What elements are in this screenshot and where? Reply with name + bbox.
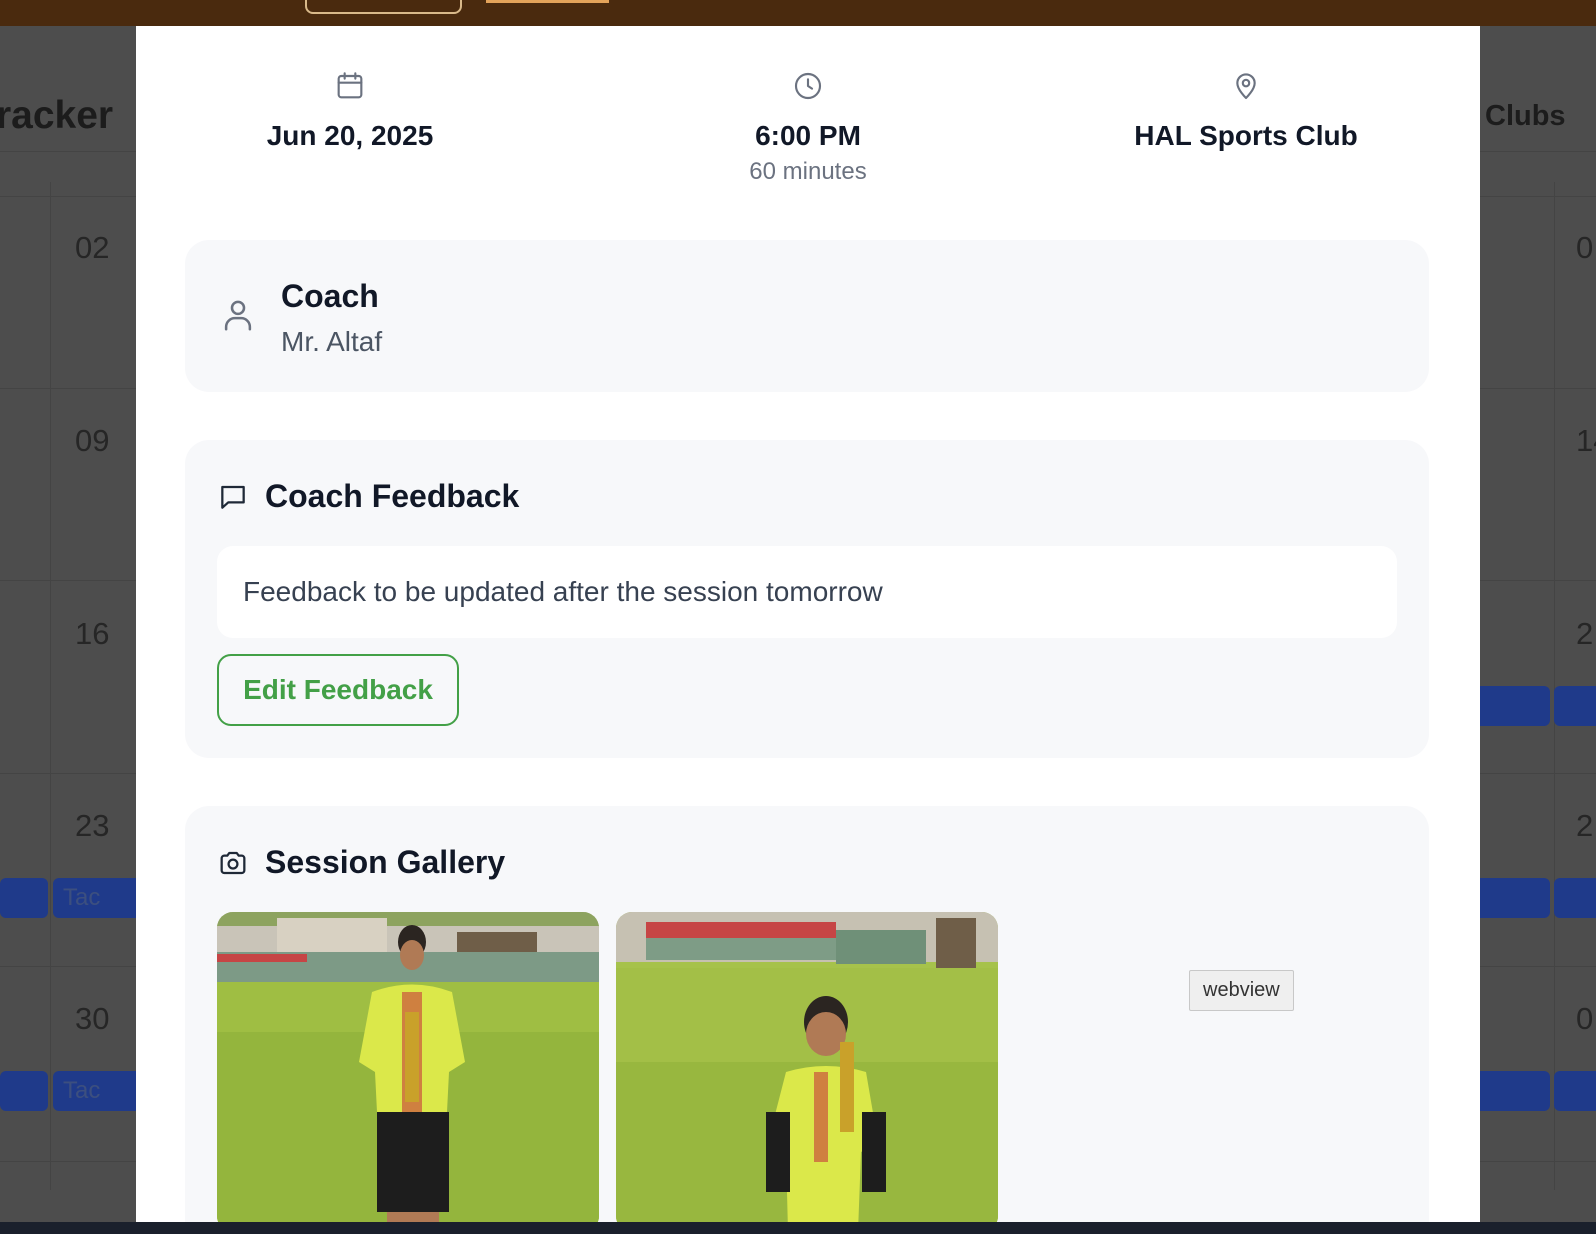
calendar-event[interactable] [1554, 878, 1596, 918]
session-date: Jun 20, 2025 [140, 70, 560, 152]
nav-pill-button[interactable] [305, 0, 462, 14]
coach-feedback-title: Coach Feedback [265, 478, 520, 514]
calendar-day[interactable]: 16 [75, 616, 109, 652]
calendar-day[interactable]: 30 [75, 1001, 109, 1037]
calendar-divider [1554, 182, 1555, 1190]
calendar-day[interactable]: 23 [75, 808, 109, 844]
webview-tooltip: webview [1189, 970, 1294, 1011]
coach-feedback-card: Coach Feedback Feedback to be updated af… [185, 440, 1429, 758]
calendar-event[interactable] [1470, 1071, 1550, 1111]
calendar-day[interactable]: 14 [1576, 423, 1596, 459]
event-label: Tac [63, 884, 101, 911]
calendar-event[interactable] [0, 878, 48, 918]
calendar-event[interactable] [1554, 686, 1596, 726]
calendar-day[interactable]: 2 [1576, 808, 1593, 844]
map-pin-icon [1236, 73, 1256, 100]
session-details-modal: Jun 20, 2025 6:00 PM 60 minutes HAL Spor… [136, 26, 1480, 1222]
session-meta-row: Jun 20, 2025 6:00 PM 60 minutes HAL Spor… [136, 26, 1480, 226]
gallery-photo-image [616, 912, 998, 1222]
session-gallery-header: Session Gallery [217, 844, 505, 881]
active-tab-indicator [486, 0, 609, 3]
gallery-photo-image [217, 912, 599, 1222]
clubs-nav-link[interactable]: Clubs [1485, 100, 1566, 133]
coach-feedback-header: Coach Feedback [217, 478, 519, 515]
calendar-day[interactable]: 2 [1576, 616, 1593, 652]
calendar-day[interactable]: 0 [1576, 1001, 1593, 1037]
coach-name: Mr. Altaf [281, 326, 383, 357]
camera-icon [220, 851, 246, 874]
calendar-divider [50, 182, 51, 1190]
session-duration: 60 minutes [749, 158, 867, 185]
event-label: Tac [63, 1077, 101, 1104]
calendar-event[interactable]: Tac [53, 878, 143, 918]
calendar-day[interactable]: 09 [75, 423, 109, 459]
calendar-event[interactable] [1470, 878, 1550, 918]
page-title: racker [0, 94, 114, 137]
calendar-icon [337, 72, 363, 99]
feedback-text: Feedback to be updated after the session… [217, 546, 1397, 638]
session-time-value: 6:00 PM [755, 120, 861, 151]
user-icon [224, 300, 252, 331]
gallery-photo[interactable] [616, 912, 998, 1222]
calendar-event[interactable] [1554, 1071, 1596, 1111]
session-time: 6:00 PM 60 minutes [598, 70, 1018, 186]
calendar-event[interactable] [0, 1071, 48, 1111]
session-location-value: HAL Sports Club [1134, 120, 1358, 151]
message-square-icon [221, 485, 245, 509]
calendar-event[interactable]: Tac [53, 1071, 143, 1111]
session-gallery-title: Session Gallery [265, 844, 506, 880]
calendar-event[interactable] [1470, 686, 1550, 726]
bottom-bar [0, 1222, 1596, 1234]
session-date-value: Jun 20, 2025 [266, 120, 434, 151]
clock-icon [794, 72, 822, 100]
calendar-day[interactable]: 0 [1576, 230, 1593, 266]
coach-label: Coach [281, 278, 379, 314]
coach-card: Coach Mr. Altaf [185, 240, 1429, 392]
top-app-bar [0, 0, 1596, 26]
gallery-photo[interactable] [217, 912, 599, 1222]
session-gallery-card: Session Gallery webview [185, 806, 1429, 1222]
edit-feedback-button[interactable]: Edit Feedback [217, 654, 459, 726]
calendar-day[interactable]: 02 [75, 230, 109, 266]
session-location: HAL Sports Club [1036, 70, 1456, 152]
